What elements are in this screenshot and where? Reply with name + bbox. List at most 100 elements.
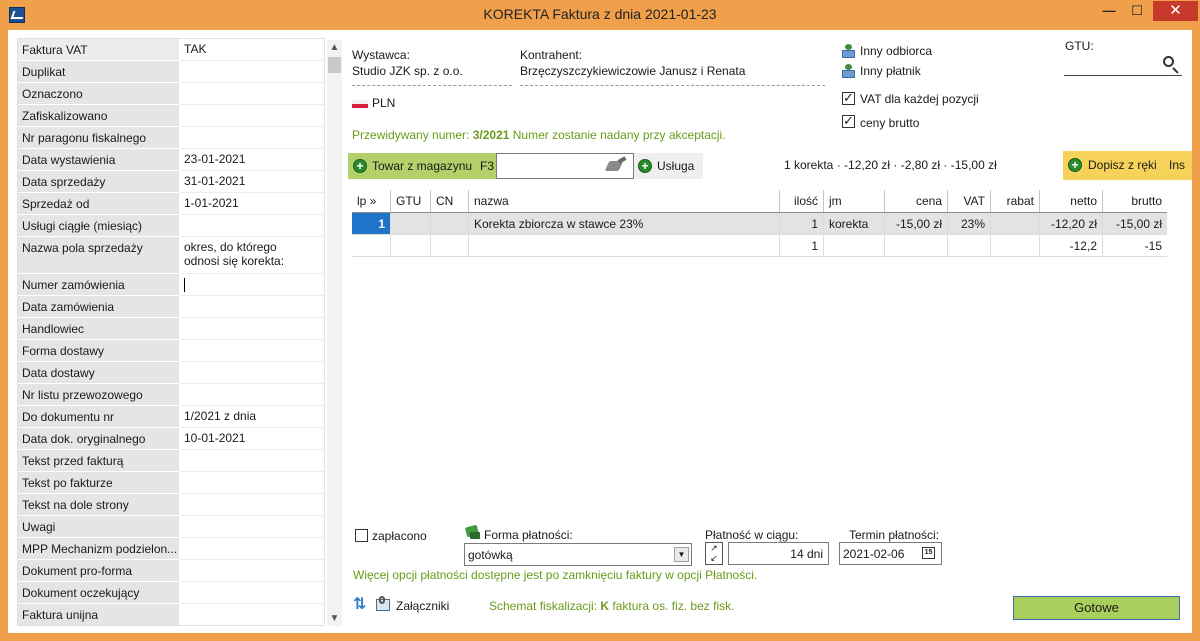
property-row[interactable]: MPP Mechanizm podzielon... <box>18 538 324 560</box>
chevron-down-icon[interactable]: ▼ <box>674 547 689 562</box>
cell-ilosc[interactable]: 1 <box>780 213 824 234</box>
property-value[interactable] <box>179 362 324 384</box>
cell-vat[interactable]: 23% <box>948 213 991 234</box>
property-row[interactable]: Handlowiec <box>18 318 324 340</box>
col-jm-header[interactable]: jm <box>824 190 885 212</box>
cell-lp[interactable]: 1 <box>352 213 391 234</box>
zaplacono-label[interactable]: zapłacono <box>372 529 427 543</box>
cell-brutto[interactable]: -15,00 zł <box>1103 213 1167 234</box>
property-value[interactable]: 10-01-2021 <box>179 428 324 450</box>
col-rabat-header[interactable]: rabat <box>991 190 1040 212</box>
property-value[interactable]: 31-01-2021 <box>179 171 324 193</box>
property-row[interactable]: Numer zamówienia <box>18 274 324 296</box>
currency-label[interactable]: PLN <box>372 96 395 110</box>
property-row[interactable]: Oznaczono <box>18 83 324 105</box>
col-vat-header[interactable]: VAT <box>948 190 991 212</box>
property-value[interactable] <box>179 215 324 237</box>
platnosc-w-ciagu-input[interactable]: 14 dni <box>728 542 829 565</box>
property-row[interactable]: Dokument pro-forma <box>18 560 324 582</box>
table-row[interactable]: 1 Korekta zbiorcza w stawce 23% 1 korekt… <box>352 213 1167 235</box>
cell-rabat[interactable] <box>991 213 1040 234</box>
scroll-up-icon[interactable]: ▲ <box>327 40 342 55</box>
dopisz-z-reki-button[interactable]: + Dopisz z ręki Ins <box>1063 151 1192 180</box>
col-nazwa-header[interactable]: nazwa <box>469 190 780 212</box>
minimize-button[interactable]: — <box>1096 1 1122 21</box>
property-row[interactable]: Nazwa pola sprzedaży okres, do którego od… <box>18 237 324 274</box>
towar-z-magazynu-button[interactable]: + Towar z magazynu F3 <box>348 153 496 179</box>
property-value[interactable] <box>179 83 324 105</box>
property-value[interactable] <box>179 560 324 582</box>
property-row[interactable]: Nr paragonu fiskalnego <box>18 127 324 149</box>
zalaczniki-link[interactable]: Załączniki <box>396 599 449 613</box>
property-value[interactable]: 1-01-2021 <box>179 193 324 215</box>
property-row[interactable]: Tekst na dole strony <box>18 494 324 516</box>
property-row[interactable]: Usługi ciągłe (miesiąc) <box>18 215 324 237</box>
wystawca-value[interactable]: Studio JZK sp. z o.o. <box>352 64 463 78</box>
property-value[interactable]: 23-01-2021 <box>179 149 324 171</box>
cell-gtu[interactable] <box>391 213 431 234</box>
col-ilosc-header[interactable]: ilość <box>780 190 824 212</box>
property-row[interactable]: Faktura unijna <box>18 604 324 625</box>
property-row[interactable]: Dokument oczekujący <box>18 582 324 604</box>
cell-netto[interactable]: -12,20 zł <box>1040 213 1103 234</box>
col-cn-header[interactable]: CN <box>431 190 469 212</box>
close-button[interactable]: ✕ <box>1153 1 1198 21</box>
property-row[interactable]: Data zamówienia <box>18 296 324 318</box>
property-value[interactable] <box>179 296 324 318</box>
property-row[interactable]: Uwagi <box>18 516 324 538</box>
property-row[interactable]: Nr listu przewozowego <box>18 384 324 406</box>
property-row[interactable]: Tekst po fakturze <box>18 472 324 494</box>
property-value[interactable] <box>179 340 324 362</box>
property-row[interactable]: Forma dostawy <box>18 340 324 362</box>
property-value[interactable] <box>179 516 324 538</box>
property-row[interactable]: Do dokumentu nr 1/2021 z dnia <box>18 406 324 428</box>
cell-cn[interactable] <box>431 213 469 234</box>
property-value[interactable] <box>179 61 324 83</box>
inny-platnik-link[interactable]: Inny płatnik <box>860 64 921 78</box>
inny-odbiorca-link[interactable]: Inny odbiorca <box>860 44 932 58</box>
property-value[interactable] <box>179 472 324 494</box>
ceny-brutto-label[interactable]: ceny brutto <box>860 116 919 130</box>
maximize-button[interactable]: ☐ <box>1124 1 1150 21</box>
spin-arrows-icon[interactable]: ↗ ↙ <box>705 542 723 565</box>
property-row[interactable]: Faktura VAT TAK <box>18 39 324 61</box>
vat-dla-kazdej-checkbox[interactable] <box>842 90 855 106</box>
property-value[interactable] <box>179 582 324 604</box>
property-value-active[interactable] <box>179 274 324 296</box>
col-netto-header[interactable]: netto <box>1040 190 1103 212</box>
col-lp-header[interactable]: lp » <box>352 190 391 212</box>
scroll-thumb[interactable] <box>328 57 341 73</box>
search-icon[interactable] <box>1160 54 1182 76</box>
property-value[interactable] <box>179 538 324 560</box>
properties-scrollbar[interactable]: ▲ ▼ <box>327 40 342 626</box>
property-row[interactable]: Data sprzedaży 31-01-2021 <box>18 171 324 193</box>
property-value[interactable]: 1/2021 z dnia <box>179 406 324 428</box>
col-gtu-header[interactable]: GTU <box>391 190 431 212</box>
cell-cena[interactable]: -15,00 zł <box>885 213 948 234</box>
vat-dla-kazdej-label[interactable]: VAT dla każdej pozycji <box>860 92 979 106</box>
property-value[interactable] <box>179 450 324 472</box>
property-value[interactable] <box>179 604 324 625</box>
property-value[interactable]: okres, do którego odnosi się korekta: <box>179 237 324 274</box>
property-value[interactable] <box>179 494 324 516</box>
scroll-down-icon[interactable]: ▼ <box>327 611 342 626</box>
property-value[interactable] <box>179 127 324 149</box>
barcode-scanner-icon[interactable] <box>604 156 627 173</box>
refresh-icon[interactable]: ⇅ <box>353 597 367 613</box>
ceny-brutto-checkbox[interactable] <box>842 113 855 129</box>
property-value[interactable] <box>179 384 324 406</box>
property-row[interactable]: Sprzedaż od 1-01-2021 <box>18 193 324 215</box>
forma-platnosci-select[interactable]: gotówką ▼ <box>464 543 692 566</box>
property-value[interactable] <box>179 318 324 340</box>
property-row[interactable]: Tekst przed fakturą <box>18 450 324 472</box>
property-value[interactable] <box>179 105 324 127</box>
cell-nazwa[interactable]: Korekta zbiorcza w stawce 23% <box>469 213 780 234</box>
property-row[interactable]: Data dostawy <box>18 362 324 384</box>
col-brutto-header[interactable]: brutto <box>1103 190 1167 212</box>
kontrahent-value[interactable]: Brzęczyszczykiewiczowie Janusz i Renata <box>520 64 745 78</box>
col-cena-header[interactable]: cena <box>885 190 948 212</box>
zaplacono-checkbox[interactable] <box>355 529 368 542</box>
cell-jm[interactable]: korekta <box>824 213 885 234</box>
usluga-button[interactable]: + Usługa <box>634 153 703 179</box>
property-value[interactable]: TAK <box>179 39 324 61</box>
